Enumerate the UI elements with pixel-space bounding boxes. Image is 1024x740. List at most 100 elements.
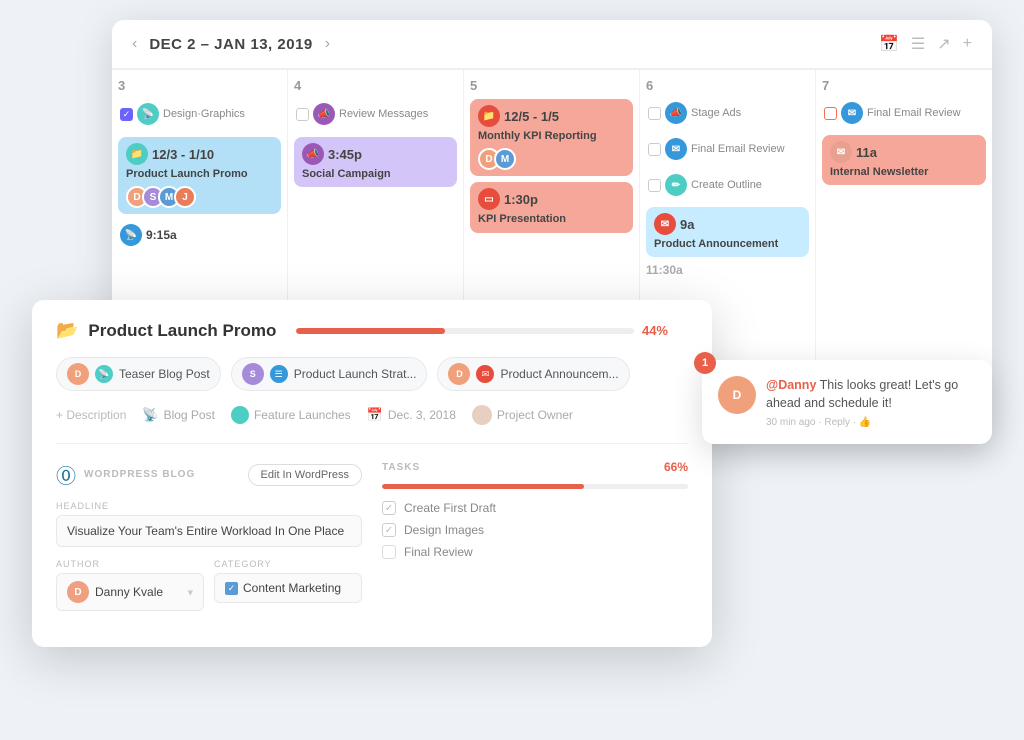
calendar-card: 📡 9:15a: [118, 220, 281, 252]
task-item: Final Review: [382, 545, 688, 559]
list-view-btn[interactable]: ☰: [911, 34, 925, 54]
calendar-card[interactable]: ✉ 11a Internal Newsletter: [822, 135, 986, 185]
author-label: AUTHOR: [56, 559, 204, 569]
headline-label: HEADLINE: [56, 501, 362, 511]
calendar-card: ✉ Final Email Review: [822, 99, 986, 129]
event-time: 3:45p: [328, 147, 362, 162]
prev-btn[interactable]: ‹: [132, 35, 137, 53]
task-checkbox[interactable]: [296, 108, 309, 121]
add-description-btn[interactable]: + Description: [56, 408, 126, 422]
avatar: 📣: [313, 103, 335, 125]
event-icon: 📡: [120, 224, 142, 246]
category-group: CATEGORY ✓ Content Marketing: [214, 559, 362, 611]
comment-meta: 30 min ago · Reply · 👍: [766, 417, 976, 428]
calendar-title: DEC 2 – JAN 13, 2019: [149, 36, 312, 53]
wp-label-row: ⓪ WORDPRESS BLOG: [56, 460, 195, 489]
reply-link[interactable]: Reply: [824, 417, 850, 428]
type-label: Blog Post: [164, 408, 215, 422]
task-checkbox[interactable]: [648, 143, 661, 156]
date-meta: 📅 Dec. 3, 2018: [367, 407, 456, 423]
type-icon: 📡: [142, 407, 158, 423]
task-label: Create First Draft: [404, 501, 496, 515]
task-label: Create Outline: [691, 179, 762, 191]
progress-bar: [296, 328, 634, 334]
author-avatar: D: [67, 581, 89, 603]
form-row: AUTHOR D Danny Kvale ▾ CATEGORY ✓: [56, 559, 362, 623]
author-select[interactable]: D Danny Kvale ▾: [56, 573, 204, 611]
event-time: 1:30p: [504, 192, 538, 207]
avatar-group: D M: [478, 148, 625, 170]
task-checkbox[interactable]: [382, 545, 396, 559]
event-title: Product Announcement: [654, 237, 801, 251]
subtask-icon: ☰: [270, 365, 288, 383]
subtask-chip[interactable]: S ☰ Product Launch Strat...: [231, 357, 428, 391]
wp-left: ⓪ WORDPRESS BLOG Edit In WordPress HEADL…: [56, 460, 362, 623]
avatar: ✉: [841, 102, 863, 124]
detail-panel: 📂 Product Launch Promo 44% D 📡 Teaser Bl…: [32, 300, 712, 647]
date-label: Dec. 3, 2018: [388, 408, 456, 422]
day-number: 7: [822, 78, 986, 93]
comment-panel: 1 D @Danny This looks great! Let's go ah…: [702, 360, 992, 444]
day-number: 5: [470, 78, 633, 93]
task-label: Final Email Review: [691, 143, 785, 155]
event-icon: 📁: [126, 143, 148, 165]
task-label: Design Images: [404, 523, 484, 537]
subtask-avatar: S: [242, 363, 264, 385]
subtask-avatar: D: [67, 363, 89, 385]
comment-content: @Danny This looks great! Let's go ahead …: [766, 376, 976, 428]
calendar-card[interactable]: ✓ 📡 Design·Graphics: [118, 99, 281, 131]
task-checkbox-done[interactable]: ✓: [382, 501, 396, 515]
chevron-down-icon: ▾: [187, 586, 193, 599]
subtask-label: Product Announcem...: [500, 367, 618, 381]
cal-extra-time: 11:30a: [646, 263, 809, 277]
tasks-header: TASKS 66%: [382, 460, 688, 474]
cal-extra: 📡 9:15a: [118, 220, 281, 252]
comment-text: @Danny This looks great! Let's go ahead …: [766, 376, 976, 412]
event-icon: ▭: [478, 188, 500, 210]
task-checkbox-done[interactable]: ✓: [382, 523, 396, 537]
event-icon: 📁: [478, 105, 500, 127]
feature-meta: Feature Launches: [231, 406, 351, 424]
subtask-chip[interactable]: D 📡 Teaser Blog Post: [56, 357, 221, 391]
avatar: J: [174, 186, 196, 208]
task-label: Review Messages: [339, 108, 428, 120]
task-checkbox[interactable]: ✓: [120, 108, 133, 121]
event-icon: ✉: [654, 213, 676, 235]
event-title: Monthly KPI Reporting: [478, 129, 625, 143]
calendar-card[interactable]: 📣 3:45p Social Campaign: [294, 137, 457, 187]
avatar: 📡: [137, 103, 159, 125]
progress-bar-fill: [296, 328, 445, 334]
calendar-card[interactable]: ▭ 1:30p KPI Presentation: [470, 182, 633, 232]
author-value: D Danny Kvale: [67, 581, 163, 603]
calendar-card[interactable]: 📣 Review Messages: [294, 99, 457, 131]
wp-label: WORDPRESS BLOG: [84, 469, 195, 480]
tasks-progress-fill: [382, 484, 584, 489]
category-chip[interactable]: ✓ Content Marketing: [214, 573, 362, 603]
calendar-view-btn[interactable]: 📅: [879, 34, 899, 54]
add-btn[interactable]: +: [963, 35, 972, 53]
owner-label: Project Owner: [497, 408, 573, 422]
calendar-card[interactable]: 📁 12/3 - 1/10 Product Launch Promo D S M…: [118, 137, 281, 214]
event-icon: ✉: [830, 141, 852, 163]
calendar-card[interactable]: ✉ 9a Product Announcement: [646, 207, 809, 257]
headline-input[interactable]: [56, 515, 362, 547]
wordpress-icon: ⓪: [56, 460, 76, 489]
task-checkbox[interactable]: [648, 107, 661, 120]
calendar-card[interactable]: 📁 12/5 - 1/5 Monthly KPI Reporting D M: [470, 99, 633, 176]
app-container: ‹ DEC 2 – JAN 13, 2019 › 📅 ☰ ↗ + 3 ✓ 📡: [32, 20, 992, 720]
detail-header: 📂 Product Launch Promo 44%: [56, 320, 688, 341]
wp-section: ⓪ WORDPRESS BLOG Edit In WordPress HEADL…: [56, 443, 688, 623]
category-checkbox: ✓: [225, 582, 238, 595]
commenter-avatar: D: [718, 376, 756, 414]
comment-body: D @Danny This looks great! Let's go ahea…: [718, 376, 976, 428]
like-icon[interactable]: 👍: [859, 417, 871, 428]
edit-wordpress-btn[interactable]: Edit In WordPress: [248, 464, 362, 486]
next-btn[interactable]: ›: [325, 35, 330, 53]
detail-title: Product Launch Promo: [88, 321, 276, 341]
avatar-group: D S M J: [126, 186, 273, 208]
task-checkbox[interactable]: [648, 179, 661, 192]
task-checkbox[interactable]: [824, 107, 837, 120]
folder-icon: 📂: [56, 320, 78, 341]
export-btn[interactable]: ↗: [937, 34, 950, 54]
subtask-chip[interactable]: D ✉ Product Announcem...: [437, 357, 629, 391]
